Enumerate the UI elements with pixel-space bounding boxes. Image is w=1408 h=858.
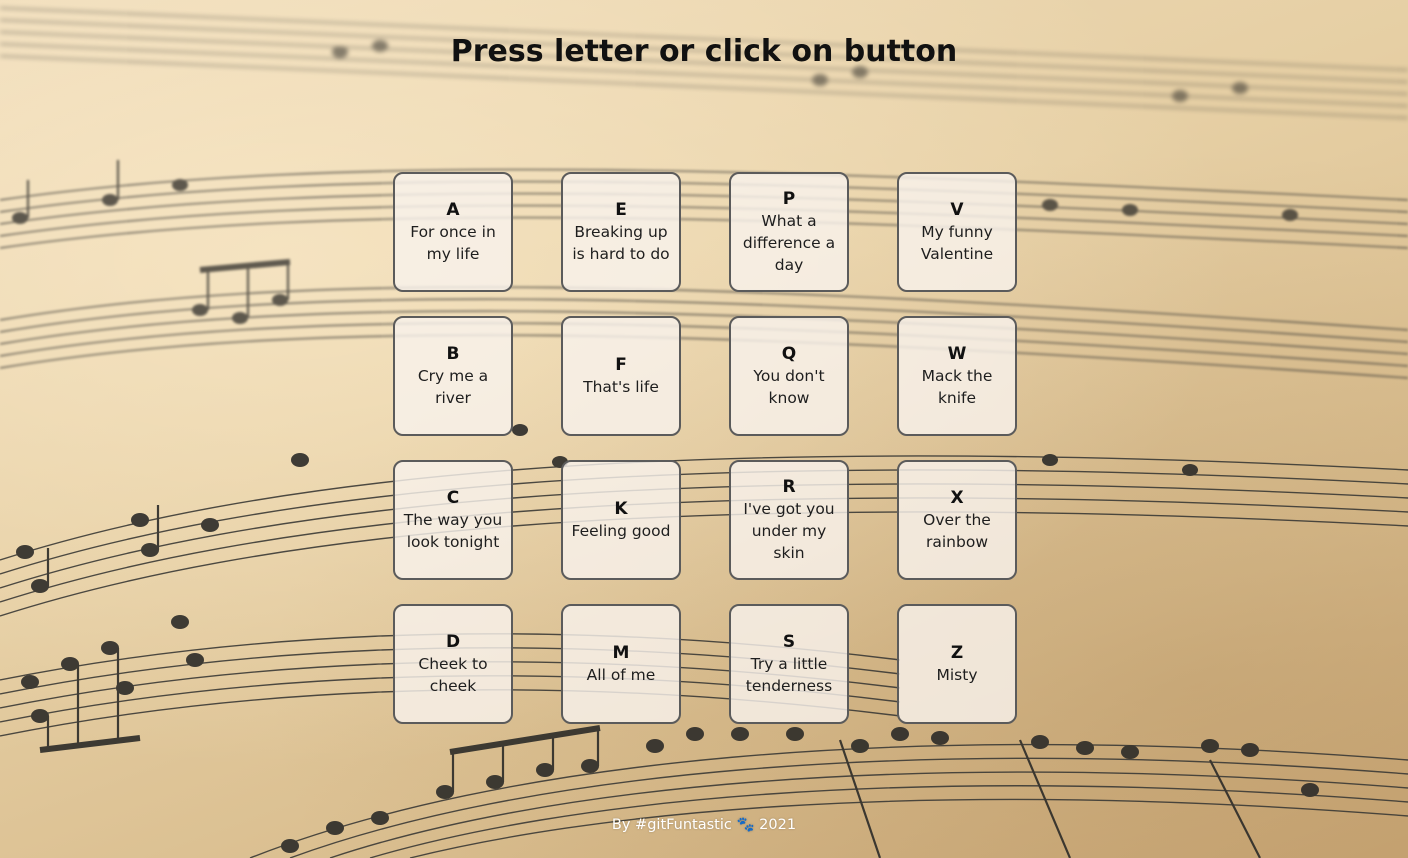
key-letter: F — [615, 355, 627, 375]
song-title: Breaking up is hard to do — [572, 223, 670, 263]
key-letter: B — [446, 344, 460, 364]
song-title: What a difference a day — [742, 212, 836, 274]
song-button-b[interactable]: B Cry me a river — [393, 316, 513, 436]
song-title: That's life — [583, 378, 659, 396]
key-letter: E — [615, 200, 627, 220]
key-letter: P — [782, 189, 796, 209]
page-title: Press letter or click on button — [450, 34, 958, 69]
song-button-v[interactable]: V My funny Valentine — [897, 172, 1017, 292]
key-letter: S — [782, 632, 796, 652]
song-button-e[interactable]: E Breaking up is hard to do — [561, 172, 681, 292]
song-button-w[interactable]: W Mack the knife — [897, 316, 1017, 436]
key-letter: Q — [781, 344, 797, 364]
key-letter: R — [782, 477, 796, 497]
song-button-grid: A For once in my life E Breaking up is h… — [393, 172, 1017, 724]
footer-author: By #gitFuntastic — [611, 817, 732, 833]
song-button-x[interactable]: X Over the rainbow — [897, 460, 1017, 580]
key-letter: W — [947, 344, 967, 364]
song-button-p[interactable]: P What a difference a day — [729, 172, 849, 292]
key-letter: K — [614, 499, 628, 519]
key-letter: V — [950, 200, 964, 220]
song-title: My funny Valentine — [920, 223, 994, 263]
song-title: You don't know — [753, 367, 825, 407]
song-button-s[interactable]: S Try a little tenderness — [729, 604, 849, 724]
song-title: The way you look tonight — [403, 511, 503, 551]
song-title: Cry me a river — [417, 367, 489, 407]
footer-credit: By #gitFuntastic 🐾 2021 — [0, 816, 1408, 833]
song-title: Feeling good — [571, 522, 671, 540]
song-button-z[interactable]: Z Misty — [897, 604, 1017, 724]
song-title: I've got you under my skin — [743, 500, 835, 562]
paw-icon: 🐾 — [736, 817, 755, 833]
song-title: Over the rainbow — [923, 511, 991, 551]
key-letter: Z — [950, 643, 964, 663]
song-title: For once in my life — [410, 223, 496, 263]
key-letter: X — [950, 488, 964, 508]
key-letter: C — [446, 488, 460, 508]
key-letter: D — [445, 632, 461, 652]
song-title: Try a little tenderness — [745, 655, 833, 695]
song-title: Cheek to cheek — [418, 655, 488, 695]
song-button-r[interactable]: R I've got you under my skin — [729, 460, 849, 580]
song-title: All of me — [586, 666, 656, 684]
song-button-c[interactable]: C The way you look tonight — [393, 460, 513, 580]
song-title: Mack the knife — [921, 367, 993, 407]
key-letter: A — [446, 200, 460, 220]
song-button-q[interactable]: Q You don't know — [729, 316, 849, 436]
song-button-a[interactable]: A For once in my life — [393, 172, 513, 292]
song-button-m[interactable]: M All of me — [561, 604, 681, 724]
song-button-d[interactable]: D Cheek to cheek — [393, 604, 513, 724]
song-button-f[interactable]: F That's life — [561, 316, 681, 436]
song-button-k[interactable]: K Feeling good — [561, 460, 681, 580]
footer-year: 2021 — [759, 817, 797, 833]
song-title: Misty — [936, 666, 978, 684]
key-letter: M — [612, 643, 630, 663]
